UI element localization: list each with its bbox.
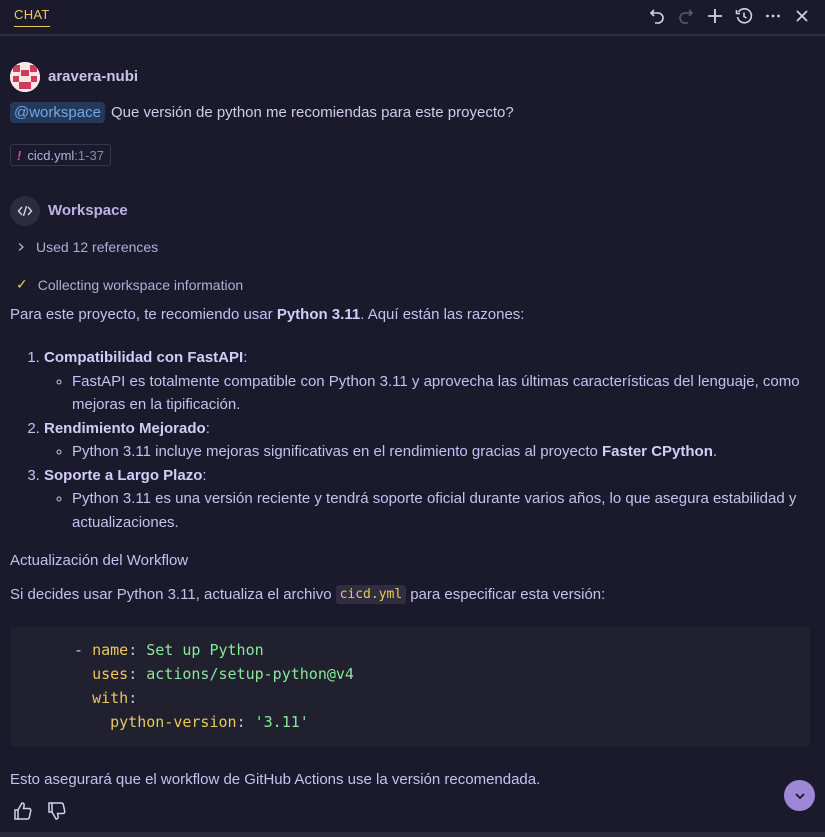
progress-label: Collecting workspace information (37, 276, 244, 293)
workspace-avatar (10, 196, 40, 226)
list-item: Compatibilidad con FastAPI: FastAPI es t… (44, 346, 825, 417)
file-name: cicd.yml:1-37 (27, 147, 104, 163)
user-question: @workspace Que versión de python me reco… (10, 102, 514, 123)
question-text: Que versión de python me recomiendas par… (110, 104, 514, 121)
redo-icon (678, 8, 693, 24)
chevron-right-icon (18, 243, 24, 251)
inline-code: cicd.yml (335, 585, 407, 604)
feedback-buttons (12, 800, 68, 822)
input-area-edge (0, 832, 825, 837)
identicon-icon (10, 62, 40, 92)
more-button[interactable] (761, 4, 784, 27)
new-chat-icon (707, 8, 722, 23)
update-paragraph: Si decides usar Python 3.11, actualiza e… (10, 585, 606, 604)
workspace-mention[interactable]: @workspace (10, 102, 105, 123)
thumbs-up-icon[interactable] (12, 800, 34, 822)
chevron-down-icon (794, 792, 805, 799)
closing-paragraph: Esto asegurará que el workflow de GitHub… (10, 771, 541, 788)
chat-header: CHAT (0, 0, 825, 36)
user-avatar (10, 62, 40, 92)
new-chat-button[interactable] (703, 4, 726, 27)
tab-chat[interactable]: CHAT (14, 7, 50, 27)
references-label: Used 12 references (36, 239, 159, 255)
code-icon (17, 205, 33, 217)
reasons-list: Compatibilidad con FastAPI: FastAPI es t… (10, 346, 825, 534)
workflow-title: Actualización del Workflow (10, 552, 189, 569)
code-block[interactable]: - name: Set up Python uses: actions/setu… (10, 627, 810, 747)
close-button[interactable] (790, 4, 813, 27)
undo-icon (649, 8, 664, 24)
username: aravera-nubi (48, 68, 139, 85)
scroll-down-button[interactable] (784, 780, 815, 811)
code-content: - name: Set up Python uses: actions/setu… (74, 641, 354, 731)
check-icon: ✓ (16, 276, 28, 292)
history-button[interactable] (732, 4, 755, 27)
file-reference-chip[interactable]: ! cicd.yml:1-37 (10, 144, 111, 166)
references-toggle[interactable]: Used 12 references (16, 239, 158, 255)
intro-paragraph: Para este proyecto, te recomiendo usar P… (10, 306, 525, 323)
list-item-detail: FastAPI es totalmente compatible con Pyt… (72, 370, 825, 417)
agent-name: Workspace (48, 202, 128, 219)
close-icon (795, 9, 808, 22)
header-actions (645, 4, 813, 27)
warning-icon: ! (17, 147, 22, 163)
undo-button[interactable] (645, 4, 668, 27)
list-item-detail: Python 3.11 es una versión reciente y te… (72, 487, 825, 534)
list-item: Rendimiento Mejorado: Python 3.11 incluy… (44, 417, 825, 464)
redo-button[interactable] (674, 4, 697, 27)
list-item-detail: Python 3.11 incluye mejoras significativ… (72, 440, 825, 464)
history-icon (735, 7, 752, 24)
progress-status: ✓ Collecting workspace information (16, 276, 243, 293)
list-item: Soporte a Largo Plazo: Python 3.11 es un… (44, 464, 825, 535)
thumbs-down-icon[interactable] (46, 800, 68, 822)
more-icon (765, 14, 780, 17)
